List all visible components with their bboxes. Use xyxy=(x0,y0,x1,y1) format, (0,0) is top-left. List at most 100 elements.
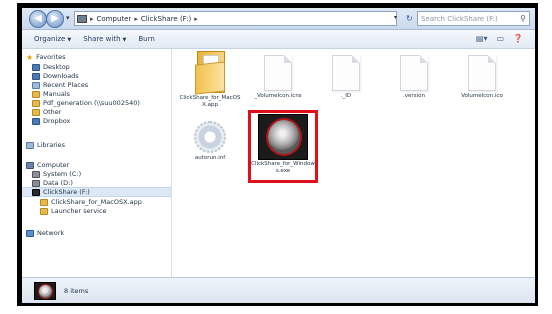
organize-label: Organize xyxy=(34,35,66,43)
hard-drive-icon xyxy=(32,179,40,187)
document-icon xyxy=(332,55,360,91)
nav-item-label: ClickShare (F:) xyxy=(43,188,90,196)
recent-pages-dropdown[interactable]: ▾ xyxy=(66,14,70,22)
share-with-label: Share with xyxy=(83,35,121,43)
clickshare-button-graphic xyxy=(268,120,300,154)
item-count: 8 items xyxy=(64,287,89,295)
nav-item-manuals[interactable]: Manuals xyxy=(32,90,70,98)
file-item-clickshare-exe[interactable]: ClickShare_for_Windows.exe xyxy=(251,113,315,175)
file-name: ClickShare_for_MacOSX.app xyxy=(179,95,241,108)
address-history-dropdown[interactable]: ▾ xyxy=(394,14,397,21)
explorer-window: ◀ ▶ ▾ ▸ Computer ▸ ClickShare (F:) ▸ ▾ ↻… xyxy=(22,8,535,303)
file-item[interactable]: ClickShare_for_MacOSX.app xyxy=(179,51,241,109)
file-name: autorun.inf xyxy=(194,155,226,161)
clickshare-app-icon xyxy=(258,114,308,160)
breadcrumb-clickshare[interactable]: ClickShare (F:) xyxy=(141,15,191,23)
libraries-icon xyxy=(26,141,34,149)
address-field[interactable]: ▸ Computer ▸ ClickShare (F:) ▸ xyxy=(74,11,397,26)
folder-icon xyxy=(40,207,48,215)
computer-header[interactable]: Computer xyxy=(26,161,69,169)
downloads-icon xyxy=(32,72,40,80)
change-view-icon[interactable]: ▤▾ xyxy=(476,34,488,43)
search-icon: ⚲ xyxy=(520,14,526,23)
breadcrumb-separator-icon[interactable]: ▸ xyxy=(194,15,198,23)
favorites-label: Favorites xyxy=(36,53,66,61)
share-with-button[interactable]: Share with ▼ xyxy=(83,35,126,43)
file-list-pane: ClickShare_for_MacOSX.app _VolumeIcon.ic… xyxy=(173,49,535,277)
breadcrumb-computer[interactable]: Computer xyxy=(97,15,132,23)
nav-item-label: Launcher service xyxy=(51,207,107,215)
refresh-icon[interactable]: ↻ xyxy=(406,14,413,23)
libraries-header[interactable]: Libraries xyxy=(26,141,65,149)
preview-pane-icon[interactable]: ▭ xyxy=(496,34,504,43)
nav-item-system-drive[interactable]: System (C:) xyxy=(32,170,81,178)
file-item[interactable]: autorun.inf xyxy=(179,117,241,162)
breadcrumb-separator-icon[interactable]: ▸ xyxy=(134,15,138,23)
usb-drive-icon xyxy=(32,188,40,196)
nav-item-label: ClickShare_for_MacOSX.app xyxy=(51,198,142,206)
document-icon xyxy=(468,55,496,91)
libraries-label: Libraries xyxy=(37,141,66,149)
file-item[interactable]: VolumeIcon.ico xyxy=(451,51,513,100)
screenshot-frame: ◀ ▶ ▾ ▸ Computer ▸ ClickShare (F:) ▸ ▾ ↻… xyxy=(17,3,538,306)
network-header[interactable]: Network xyxy=(26,229,64,237)
nav-item-launcher-service[interactable]: Launcher service xyxy=(40,207,107,215)
file-name: VolumeIcon.ico xyxy=(461,93,503,99)
nav-item-label: System (C:) xyxy=(43,170,82,178)
file-item[interactable]: ._ID xyxy=(315,51,377,100)
file-item[interactable]: _VolumeIcon.icns xyxy=(247,51,309,100)
view-controls: ▤▾ ▭ ❓ xyxy=(476,34,523,43)
nav-item-other[interactable]: Other xyxy=(32,108,61,116)
nav-item-downloads[interactable]: Downloads xyxy=(32,72,79,80)
nav-item-label: Downloads xyxy=(43,72,79,80)
clickshare-app-icon xyxy=(34,282,56,300)
folder-front xyxy=(195,61,225,95)
file-name: _VolumeIcon.icns xyxy=(254,93,302,99)
search-placeholder: Search ClickShare (F:) xyxy=(421,14,498,23)
network-icon xyxy=(26,229,34,237)
file-item[interactable]: .version xyxy=(383,51,445,100)
nav-item-data-drive[interactable]: Data (D:) xyxy=(32,179,73,187)
drive-icon xyxy=(77,14,87,23)
details-pane: 8 items xyxy=(22,277,535,303)
nav-item-dropbox[interactable]: Dropbox xyxy=(32,117,70,125)
nav-item-clickshare-drive[interactable]: ClickShare (F:) xyxy=(32,188,90,196)
breadcrumb-separator-icon[interactable]: ▸ xyxy=(90,15,94,23)
settings-file-icon xyxy=(194,121,226,153)
search-input[interactable]: Search ClickShare (F:) ⚲ xyxy=(417,11,530,26)
organize-button[interactable]: Organize ▼ xyxy=(34,35,71,43)
nav-item-desktop[interactable]: Desktop xyxy=(32,63,70,71)
nav-item-label: Manuals xyxy=(43,90,71,98)
burn-button[interactable]: Burn xyxy=(138,35,154,43)
favorites-header[interactable]: ★ Favorites xyxy=(26,53,66,61)
nav-item-pdf-generation[interactable]: Pdf_generation (\\suu002540) xyxy=(32,99,140,107)
dropbox-icon xyxy=(32,117,40,125)
file-name: .version xyxy=(403,93,425,99)
hard-drive-icon xyxy=(32,170,40,178)
chevron-down-icon: ▼ xyxy=(67,37,72,43)
desktop-icon xyxy=(32,63,40,71)
document-icon xyxy=(400,55,428,91)
folder-icon xyxy=(32,108,40,116)
nav-item-clickshare-mac-app[interactable]: ClickShare_for_MacOSX.app xyxy=(40,198,142,206)
nav-item-recent-places[interactable]: Recent Places xyxy=(32,81,88,89)
recent-places-icon xyxy=(32,81,40,89)
folder-icon xyxy=(40,198,48,206)
chevron-down-icon: ▼ xyxy=(122,37,127,43)
file-name: ClickShare_for_Windows.exe xyxy=(251,161,315,174)
computer-icon xyxy=(26,161,34,169)
nav-item-label: Desktop xyxy=(43,63,70,71)
help-icon[interactable]: ❓ xyxy=(513,34,523,43)
folder-icon xyxy=(32,90,40,98)
nav-item-label: Pdf_generation (\\suu002540) xyxy=(43,99,140,107)
nav-item-label: Dropbox xyxy=(43,117,71,125)
address-bar-row: ◀ ▶ ▾ ▸ Computer ▸ ClickShare (F:) ▸ ▾ ↻… xyxy=(22,8,535,30)
folder-icon xyxy=(193,51,227,95)
back-button[interactable]: ◀ xyxy=(29,10,47,28)
network-label: Network xyxy=(37,229,65,237)
navigation-pane: ★ Favorites Desktop Downloads Recent Pla… xyxy=(22,49,172,277)
network-folder-icon xyxy=(32,99,40,107)
star-icon: ★ xyxy=(26,52,34,62)
forward-button[interactable]: ▶ xyxy=(46,10,64,28)
nav-item-label: Data (D:) xyxy=(43,179,73,187)
